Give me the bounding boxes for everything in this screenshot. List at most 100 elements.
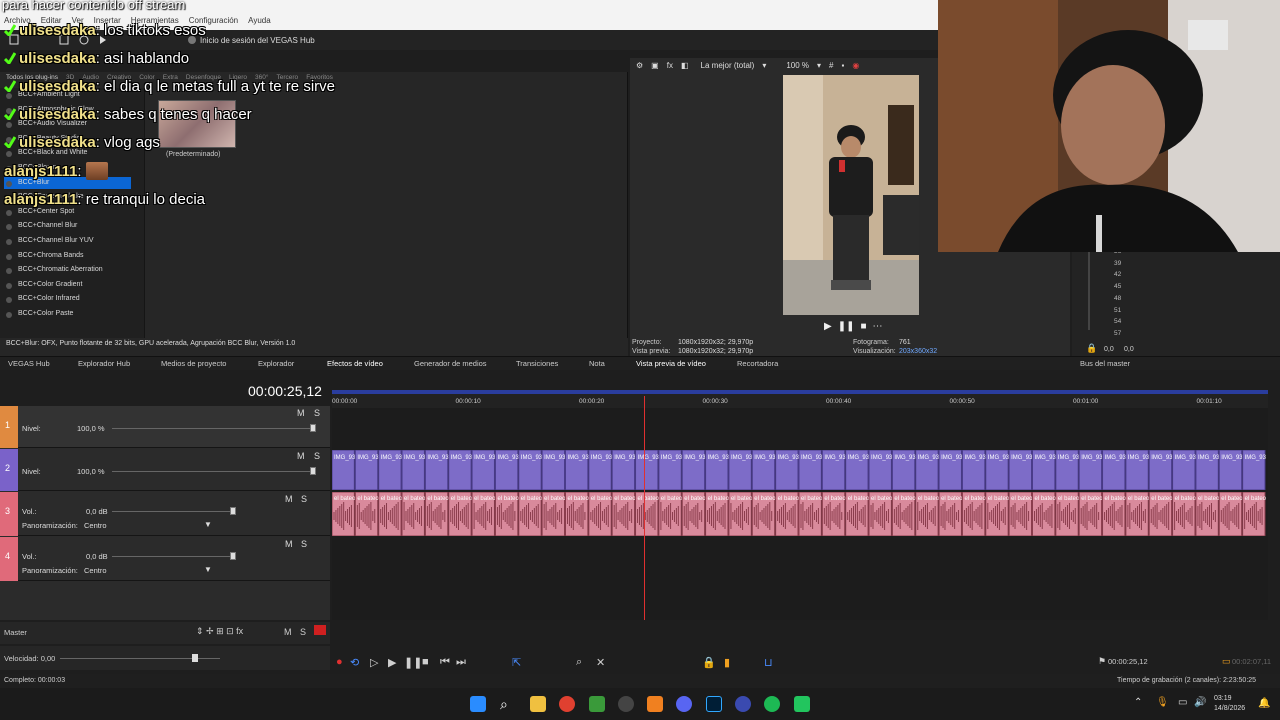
- track-header[interactable]: 1 Nivel: 100,0 % M S: [0, 406, 330, 448]
- stop-icon[interactable]: ■: [860, 321, 866, 332]
- chat-username[interactable]: ulisesdaka: [19, 50, 96, 67]
- speed-slider-knob[interactable]: [192, 654, 198, 662]
- gear-icon[interactable]: ⚙: [636, 61, 643, 70]
- chat-username[interactable]: ulisesdaka: [19, 22, 96, 39]
- file-explorer-icon[interactable]: [530, 696, 546, 712]
- fx-icon[interactable]: fx: [667, 61, 673, 70]
- pan-knob-icon[interactable]: ▼: [204, 520, 212, 529]
- tray-chevron-icon[interactable]: ⌃: [1134, 697, 1142, 708]
- fx-list-item[interactable]: BCC+Center Spot: [18, 208, 74, 215]
- fx-list-item[interactable]: BCC+Chroma Bands: [18, 252, 84, 259]
- chevron-down-icon[interactable]: ▾: [762, 61, 766, 70]
- fx-list-item[interactable]: BCC+Channel Blur YUV: [18, 237, 94, 244]
- chat-username[interactable]: ulisesdaka: [19, 78, 96, 95]
- fx-list-item[interactable]: BCC+Channel Blur: [18, 222, 77, 229]
- chat-username[interactable]: ulisesdaka: [19, 106, 96, 123]
- play-icon[interactable]: ▶: [824, 321, 832, 332]
- save-icon[interactable]: ▪: [842, 61, 845, 70]
- play-button[interactable]: ▶: [388, 656, 396, 669]
- menu-ayuda[interactable]: Ayuda: [248, 14, 271, 28]
- chrome-icon[interactable]: [559, 696, 575, 712]
- close-icon[interactable]: ✕: [596, 656, 605, 669]
- fx-list-item[interactable]: BCC+Chromatic Aberration: [18, 266, 103, 273]
- network-icon[interactable]: ▭: [1178, 697, 1187, 708]
- track-mute-button[interactable]: M: [285, 539, 293, 549]
- track-mute-button[interactable]: M: [285, 494, 293, 504]
- grid-icon[interactable]: #: [829, 61, 833, 70]
- tab-explorer[interactable]: Explorador: [258, 359, 294, 368]
- track-solo-button[interactable]: S: [301, 539, 307, 549]
- pause-icon[interactable]: ❚❚: [838, 321, 855, 332]
- windows-start-icon[interactable]: [470, 696, 486, 712]
- record-icon[interactable]: ◉: [852, 61, 859, 70]
- microphone-icon[interactable]: 🎙: [1156, 697, 1169, 708]
- track-header[interactable]: 4 Vol.: 0,0 dB Panoramización: Centro ▼ M S: [0, 537, 330, 581]
- fx-list-item[interactable]: BCC+Color Infrared: [18, 295, 80, 302]
- tab-project-media[interactable]: Medios de proyecto: [161, 359, 226, 368]
- tab-media-generator[interactable]: Generador de medios: [414, 359, 487, 368]
- edit-tool-button[interactable]: ⇱: [512, 656, 521, 669]
- tab-trimmer[interactable]: Recortadora: [737, 359, 778, 368]
- pan-knob-icon[interactable]: ▼: [204, 565, 212, 574]
- master-mute[interactable]: M: [284, 627, 292, 637]
- fx-list-item[interactable]: BCC+Color Paste: [18, 310, 73, 317]
- track-solo-button[interactable]: S: [314, 408, 320, 418]
- playhead-cursor[interactable]: [644, 396, 645, 620]
- zoom-tool-icon[interactable]: ⌕: [576, 656, 582, 669]
- tab-notes[interactable]: Nota: [589, 359, 605, 368]
- discord-icon[interactable]: [676, 696, 692, 712]
- go-end-button[interactable]: ⏭: [456, 656, 466, 669]
- tab-transitions[interactable]: Transiciones: [516, 359, 558, 368]
- obs-icon[interactable]: [618, 696, 634, 712]
- hub-login-link[interactable]: Inicio de sesión del VEGAS Hub: [200, 36, 315, 45]
- play-from-start-button[interactable]: ▷: [370, 656, 378, 669]
- marker-icon[interactable]: ▮: [724, 656, 730, 669]
- snap-icon[interactable]: ⊔: [764, 656, 773, 669]
- search-icon[interactable]: ⌕: [500, 696, 516, 712]
- track-solo-button[interactable]: S: [301, 494, 307, 504]
- clock-date[interactable]: 14/8/2026: [1214, 705, 1245, 712]
- record-button[interactable]: ●: [336, 656, 343, 668]
- tab-vegas-hub[interactable]: VEGAS Hub: [8, 359, 50, 368]
- minecraft-icon[interactable]: [589, 696, 605, 712]
- lock-icon[interactable]: 🔒: [702, 656, 716, 669]
- tab-video-effects[interactable]: Efectos de vídeo: [327, 359, 383, 368]
- copy-icon[interactable]: ◧: [681, 61, 689, 70]
- brave-icon[interactable]: [647, 696, 663, 712]
- track-mute-button[interactable]: M: [297, 451, 305, 461]
- chat-username[interactable]: alanjs1111: [4, 191, 77, 208]
- loop-button[interactable]: ⟲: [350, 656, 359, 669]
- chat-username[interactable]: alanjs1111: [4, 163, 77, 180]
- zoom-select[interactable]: 100 %: [786, 61, 809, 70]
- track-level-knob[interactable]: [310, 424, 316, 432]
- video-track-clips[interactable]: IMG_9382IMG_9382IMG_9382IMG_9382IMG_9382…: [332, 450, 1266, 490]
- master-solo[interactable]: S: [300, 627, 306, 637]
- more-icon[interactable]: ⋯: [873, 321, 883, 332]
- fx-list-item[interactable]: BCC+Color Gradient: [18, 281, 82, 288]
- stop-button[interactable]: ■: [422, 656, 429, 668]
- go-start-button[interactable]: ⏮: [440, 656, 450, 669]
- chat-username[interactable]: ulisesdaka: [19, 134, 96, 151]
- chevron-down-icon[interactable]: ▾: [817, 61, 821, 70]
- clock-time[interactable]: 03:19: [1214, 695, 1232, 702]
- split-icon[interactable]: ▣: [651, 61, 659, 70]
- lock-icon[interactable]: 🔒: [1086, 343, 1097, 354]
- tab-master-bus[interactable]: Bus del master: [1080, 359, 1130, 368]
- master-icons[interactable]: ⇕ ✢ ⊞ ⊡ fx: [196, 626, 243, 637]
- track-level-knob[interactable]: [230, 552, 236, 560]
- track-level-knob[interactable]: [230, 507, 236, 515]
- kick-icon[interactable]: [794, 696, 810, 712]
- volume-icon[interactable]: 🔊: [1194, 697, 1206, 708]
- tab-video-preview[interactable]: Vista previa de vídeo: [636, 359, 706, 368]
- spotify-icon[interactable]: [764, 696, 780, 712]
- audio-track-clips[interactable]: el bateo el bateo el bateo el bateo el bateo…: [332, 492, 1266, 536]
- track-header[interactable]: 3 Vol.: 0,0 dB Panoramización: Centro ▼ M S: [0, 492, 330, 536]
- vegas-icon[interactable]: [735, 696, 751, 712]
- track-solo-button[interactable]: S: [314, 451, 320, 461]
- photoshop-icon[interactable]: [706, 696, 722, 712]
- track-mute-button[interactable]: M: [297, 408, 305, 418]
- bell-icon[interactable]: 🔔: [1258, 698, 1270, 709]
- track-level-knob[interactable]: [310, 467, 316, 475]
- quality-select[interactable]: La mejor (total): [701, 61, 755, 70]
- pause-button[interactable]: ❚❚: [404, 656, 422, 669]
